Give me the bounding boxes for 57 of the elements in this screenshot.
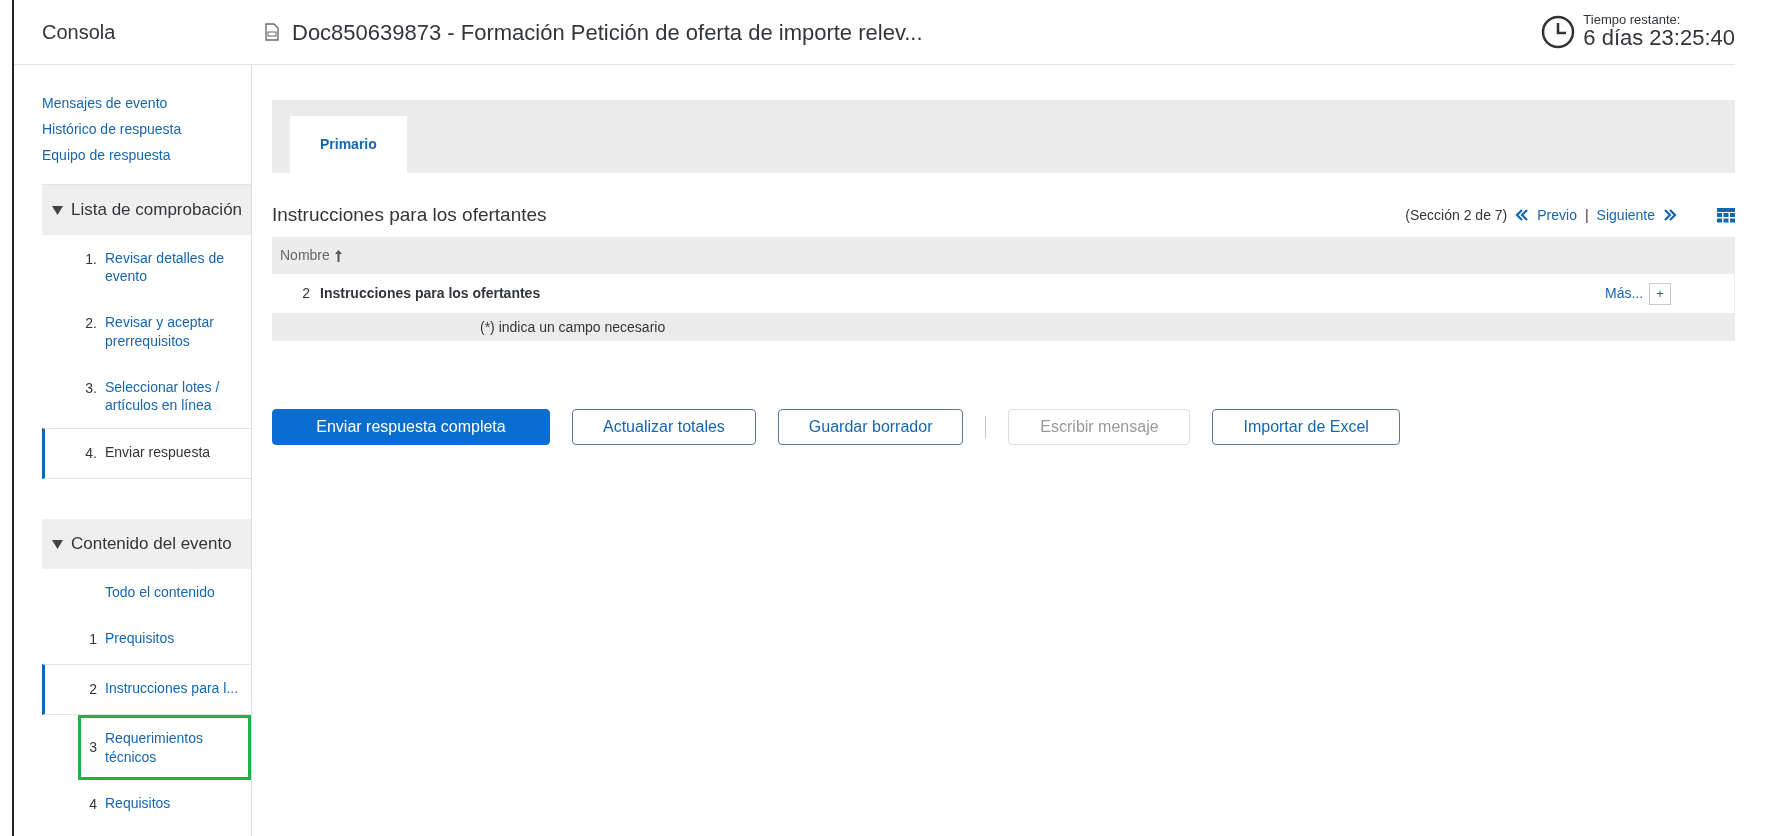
item-number: 2 <box>89 681 97 698</box>
sidebar-link[interactable]: Histórico de respuesta <box>42 119 182 140</box>
item-label: Instrucciones para l... <box>105 679 239 698</box>
document-icon <box>264 23 280 41</box>
time-remaining-label: Tiempo restante: <box>1583 13 1682 27</box>
required-field-note: (*) indica un campo necesario <box>480 317 666 337</box>
sidebar-item[interactable]: Todo el contenido <box>42 569 251 616</box>
section-header: Contenido del evento <box>71 533 232 556</box>
sidebar-link[interactable]: Mensajes de evento <box>42 93 168 114</box>
sidebar-item[interactable]: 2. Revisar y aceptar prerrequisitos <box>42 299 251 364</box>
sidebar-item[interactable]: 4. Enviar respuesta <box>42 428 251 480</box>
clock-icon <box>1541 15 1576 49</box>
item-number: 1. <box>85 251 97 267</box>
section-title: Instrucciones para los ofertantes <box>272 202 548 227</box>
column-header[interactable]: Nombre <box>280 245 330 266</box>
caret-icon[interactable] <box>52 205 63 215</box>
expand-button[interactable]: + <box>1649 282 1672 305</box>
sidebar-item[interactable]: 3. Seleccionar lotes / artículos en línea <box>42 363 251 429</box>
row-number: 2 <box>301 284 311 303</box>
item-number: 4 <box>89 795 97 812</box>
section-header: Lista de comprobación <box>71 199 243 222</box>
sidebar-item[interactable]: 1. Revisar detalles de evento <box>42 235 251 300</box>
item-number: 1 <box>89 631 97 648</box>
time-remaining-value: 6 días 23:25:40 <box>1583 26 1735 51</box>
tab[interactable]: Primario <box>290 116 407 173</box>
caret-icon[interactable] <box>52 539 63 549</box>
item-number: 3. <box>85 379 97 396</box>
sidebar-item[interactable]: 4 Requisitos <box>42 779 251 829</box>
more-link[interactable]: Más... <box>1605 283 1644 304</box>
item-label: Todo el contenido <box>105 583 215 602</box>
action-button[interactable]: Enviar respuesta completa <box>272 409 550 445</box>
sidebar-item[interactable]: 1 Prequisitos <box>42 615 251 665</box>
item-label: Enviar respuesta <box>105 443 211 462</box>
sidebar-item[interactable]: 2 Instrucciones para l... <box>42 664 251 716</box>
action-button[interactable]: Actualizar totales <box>572 409 756 445</box>
row-name: Instrucciones para los ofertantes <box>320 284 542 303</box>
item-label: Revisar detalles de evento <box>105 249 226 286</box>
item-number: 3 <box>89 739 97 755</box>
item-number: 2. <box>85 315 97 332</box>
item-label: Prequisitos <box>105 629 175 648</box>
table-icon[interactable] <box>1717 207 1735 223</box>
document-title: Doc850639873 - Formación Petición de oferta de importe relev... <box>292 18 923 47</box>
sidebar-link[interactable]: Equipo de respuesta <box>42 145 171 166</box>
console-title: Consola <box>41 20 117 45</box>
next-link[interactable]: Siguiente <box>1596 204 1655 226</box>
separator: | <box>1584 205 1589 225</box>
item-label: Requisitos <box>105 793 171 812</box>
double-chevron-left-icon[interactable] <box>1515 209 1530 221</box>
item-label: Revisar y aceptar prerrequisitos <box>105 313 215 350</box>
section-counter: (Sección 2 de 7) <box>1405 205 1508 225</box>
item-number: 4. <box>85 445 97 462</box>
action-button[interactable]: Guardar borrador <box>777 409 964 445</box>
previous-link[interactable]: Previo <box>1537 204 1577 226</box>
double-chevron-right-icon[interactable] <box>1663 209 1677 221</box>
item-label: Seleccionar lotes / artículos en línea <box>105 377 221 415</box>
item-label: Requerimientos técnicos <box>105 729 205 766</box>
action-button[interactable]: Importar de Excel <box>1212 409 1400 445</box>
